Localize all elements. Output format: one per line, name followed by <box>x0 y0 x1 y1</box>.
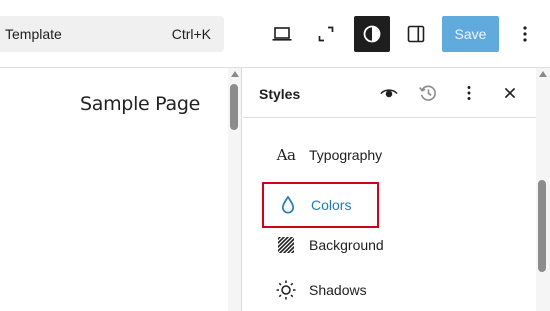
command-label: Template <box>5 26 62 42</box>
background-icon <box>275 234 297 256</box>
scrollbar-thumb[interactable] <box>538 180 546 272</box>
typography-icon: Aa <box>276 146 296 164</box>
editor-topbar: Template Ctrl+K Save <box>0 0 550 68</box>
editor-canvas[interactable]: Sample Page <box>0 68 228 311</box>
more-vertical-icon <box>523 26 527 42</box>
scroll-up-arrow-icon[interactable] <box>231 71 239 77</box>
preview-device-button[interactable] <box>264 16 300 52</box>
close-icon <box>504 87 516 99</box>
eye-icon <box>380 89 398 98</box>
droplet-icon <box>277 194 299 216</box>
styles-icon <box>363 25 381 43</box>
revisions-button[interactable] <box>416 81 440 105</box>
nav-item-typography[interactable]: Aa Typography <box>265 137 525 173</box>
panel-options-button[interactable] <box>457 81 481 105</box>
nav-item-background[interactable]: Background <box>265 227 525 263</box>
panel-title: Styles <box>259 86 301 102</box>
canvas-scrollbar[interactable] <box>228 68 242 311</box>
nav-item-label: Colors <box>311 197 352 213</box>
save-button[interactable]: Save <box>442 16 499 52</box>
scroll-up-arrow-icon[interactable] <box>539 71 547 77</box>
settings-sidebar-button[interactable] <box>398 16 434 52</box>
nav-item-shadows[interactable]: Shadows <box>265 272 525 308</box>
laptop-icon <box>272 27 292 41</box>
close-panel-button[interactable] <box>498 81 522 105</box>
options-button[interactable] <box>507 16 543 52</box>
shadow-icon <box>275 279 297 301</box>
command-shortcut: Ctrl+K <box>171 26 211 42</box>
sidebar-icon <box>407 25 425 43</box>
styles-toggle-button[interactable] <box>354 16 390 52</box>
expand-icon <box>318 26 334 42</box>
command-palette-button[interactable]: Template Ctrl+K <box>0 16 224 52</box>
style-book-button[interactable] <box>377 81 401 105</box>
panel-scrollbar[interactable] <box>536 68 550 311</box>
revisions-icon <box>419 85 436 101</box>
styles-panel: Styles Aa Typography Colors Background S… <box>243 68 550 311</box>
scrollbar-thumb[interactable] <box>230 84 238 130</box>
distraction-free-button[interactable] <box>308 16 344 52</box>
nav-item-label: Shadows <box>309 282 367 298</box>
nav-item-label: Background <box>309 237 384 253</box>
nav-item-label: Typography <box>309 147 383 163</box>
page-title[interactable]: Sample Page <box>80 93 200 115</box>
more-vertical-icon <box>467 86 471 100</box>
styles-panel-header: Styles <box>243 68 536 118</box>
nav-item-colors[interactable]: Colors <box>262 182 379 228</box>
